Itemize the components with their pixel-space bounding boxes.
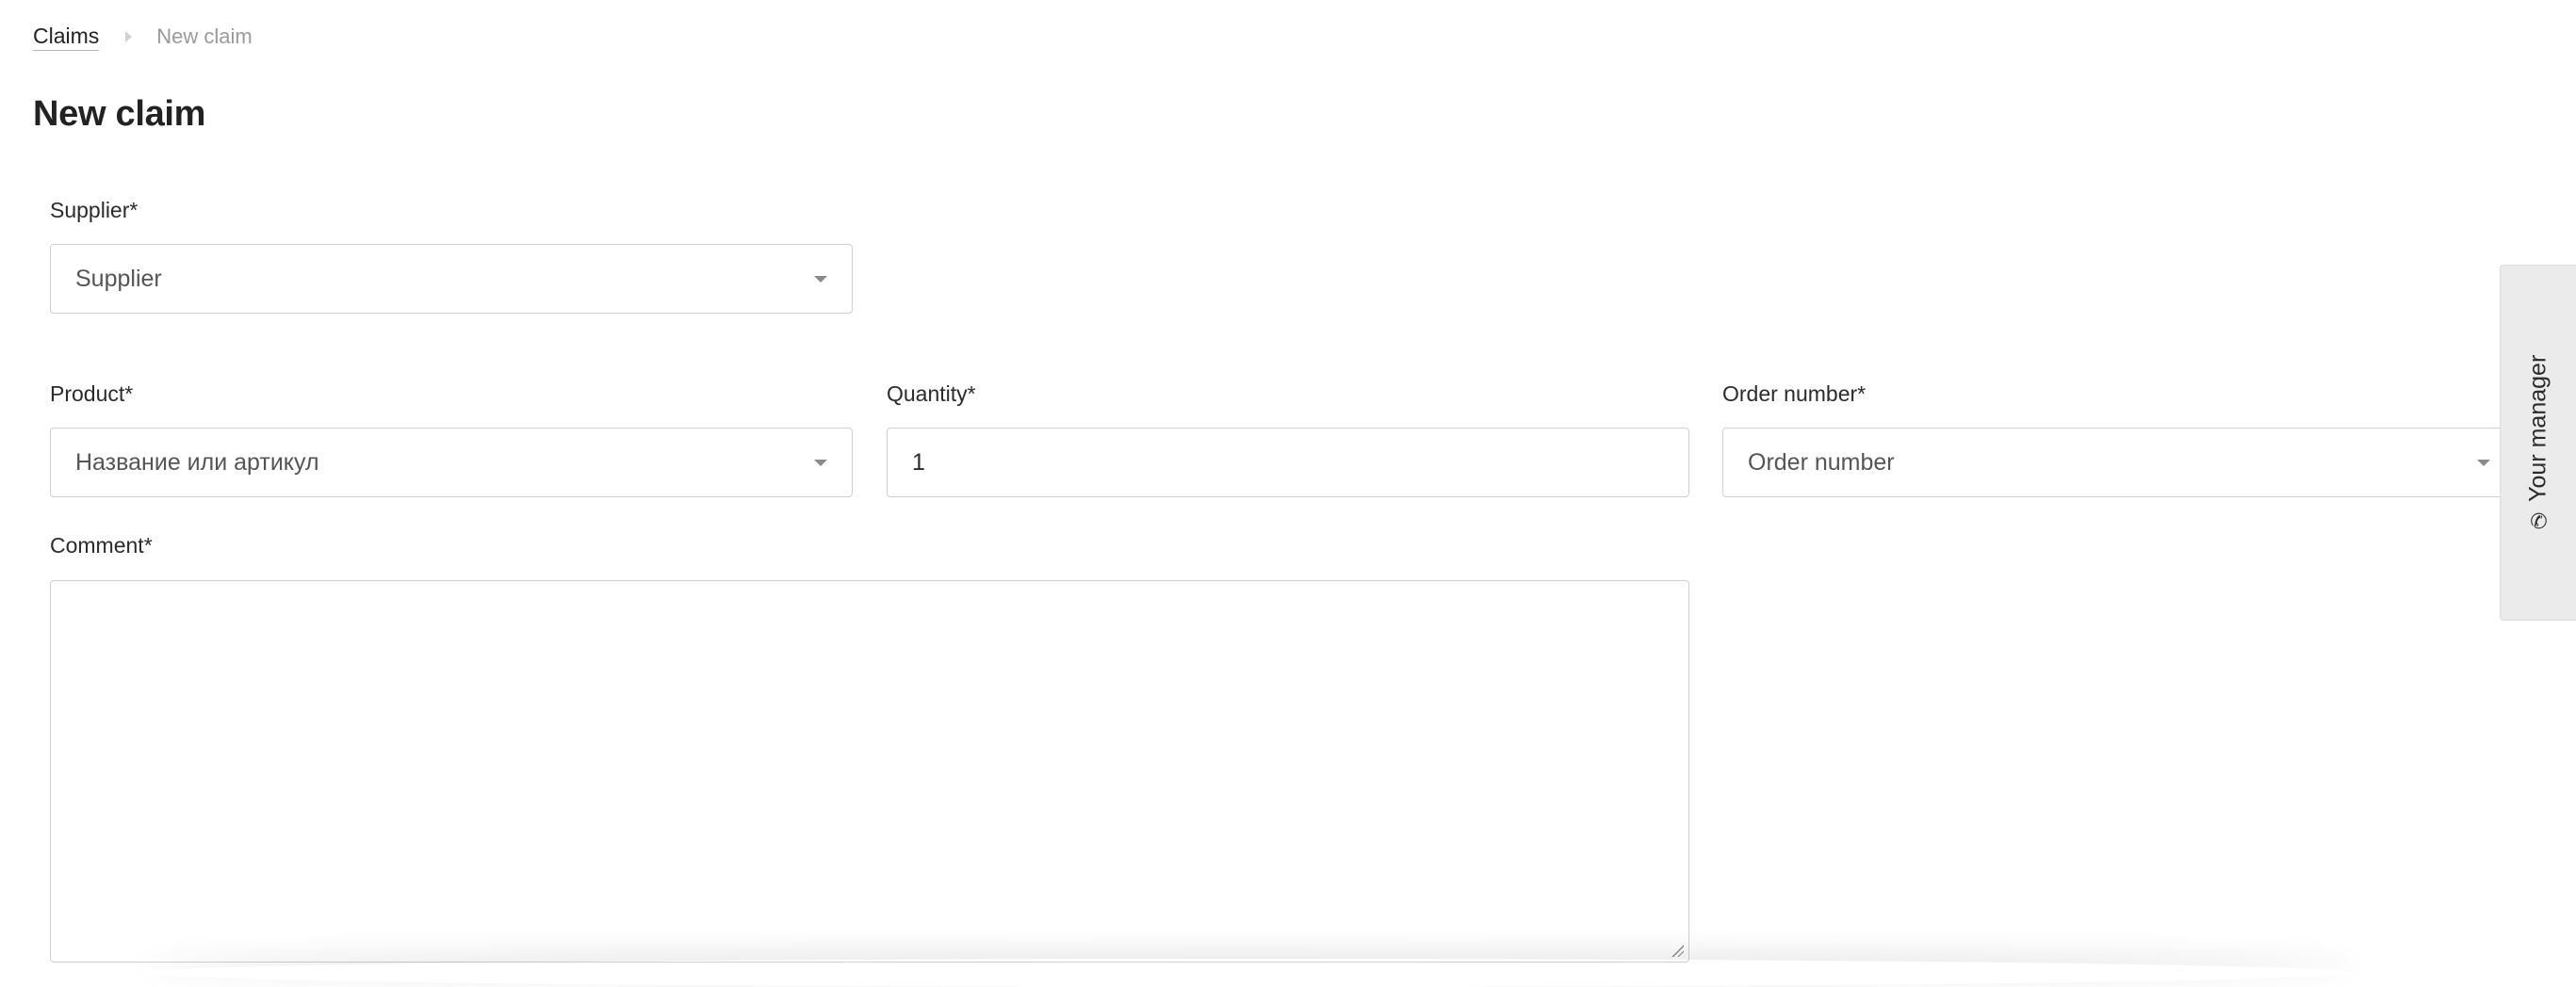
- supplier-select[interactable]: Supplier: [50, 244, 853, 314]
- product-select-value: Название или артикул: [75, 448, 319, 476]
- order-number-label: Order number*: [1722, 381, 1867, 406]
- caret-down-icon: [814, 459, 827, 466]
- caret-down-icon: [814, 275, 827, 283]
- quantity-label: Quantity*: [887, 381, 976, 406]
- page-title: New claim: [33, 94, 206, 134]
- quantity-input[interactable]: [887, 428, 1689, 497]
- supplier-select-value: Supplier: [75, 265, 162, 292]
- comment-label: Comment*: [50, 533, 153, 558]
- comment-textarea[interactable]: [50, 580, 1689, 963]
- comment-wrapper: [50, 580, 1689, 963]
- your-manager-label: Your manager: [2524, 354, 2552, 502]
- order-number-select-value: Order number: [1748, 448, 1895, 476]
- breadcrumb-link-claims[interactable]: Claims: [33, 24, 100, 51]
- breadcrumb: Claims New claim: [33, 21, 253, 53]
- resize-grip-icon[interactable]: [1671, 944, 1684, 957]
- bottom-panel-shadow: [141, 959, 2356, 987]
- breadcrumb-current: New claim: [156, 24, 253, 48]
- your-manager-tab-content: ✆ Your manager: [2524, 354, 2552, 534]
- product-label: Product*: [50, 381, 134, 406]
- phone-icon: ✆: [2529, 510, 2548, 534]
- supplier-label: Supplier*: [50, 198, 139, 222]
- chevron-right-icon: [125, 31, 133, 42]
- your-manager-tab[interactable]: ✆ Your manager: [2500, 265, 2576, 621]
- product-select[interactable]: Название или артикул: [50, 428, 853, 497]
- caret-down-icon: [2477, 459, 2490, 466]
- order-number-select[interactable]: Order number: [1722, 428, 2516, 497]
